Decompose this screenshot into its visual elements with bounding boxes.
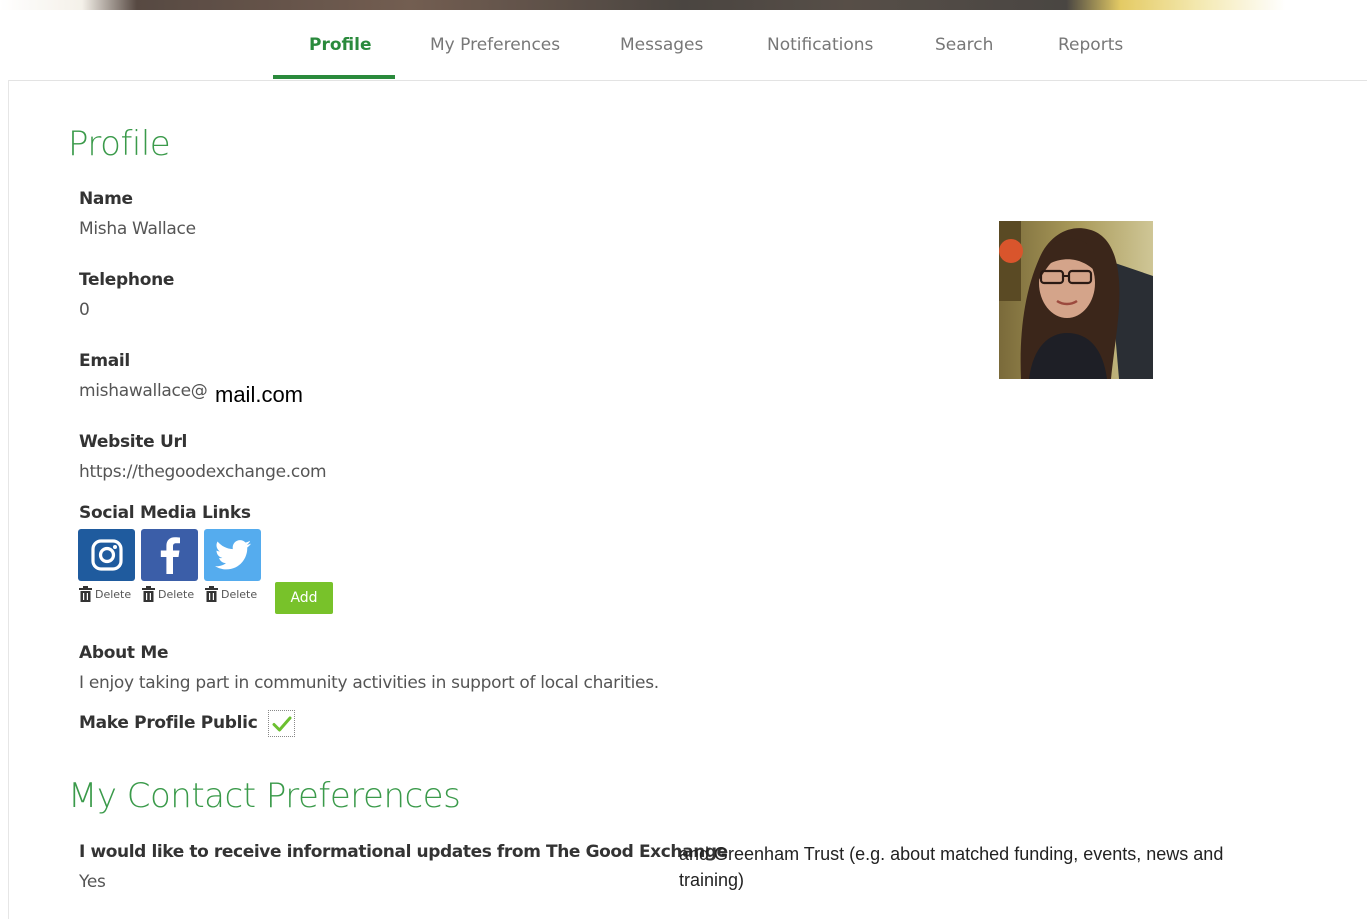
content-border [8,80,9,919]
twitter-link[interactable] [204,529,261,581]
tab-my-preferences[interactable]: My Preferences [430,35,560,55]
twitter-icon [214,540,251,570]
profile-photo-image [999,221,1153,379]
make-public-label: Make Profile Public [79,713,258,733]
facebook-icon [160,537,180,574]
main-nav: Profile My Preferences Messages Notifica… [8,12,1367,81]
email-value: mishawallace@ [79,381,208,401]
trash-icon [142,586,155,602]
instagram-link[interactable] [78,529,135,581]
delete-instagram-button[interactable]: Delete [79,586,131,602]
about-me-label: About Me [79,643,169,663]
instagram-icon [90,539,123,571]
tab-search[interactable]: Search [935,35,993,55]
delete-facebook-button[interactable]: Delete [142,586,194,602]
make-public-checkbox[interactable] [268,710,295,737]
add-social-link-button[interactable]: Add [275,582,333,614]
website-label: Website Url [79,432,188,452]
trash-icon [205,586,218,602]
website-value: https://thegoodexchange.com [79,462,327,482]
tab-notifications[interactable]: Notifications [767,35,873,55]
telephone-label: Telephone [79,270,175,290]
tab-profile[interactable]: Profile [309,35,371,55]
page-title: Profile [68,124,171,164]
checkmark-icon [272,716,291,731]
telephone-value: 0 [79,300,90,320]
about-me-value: I enjoy taking part in community activit… [79,673,659,693]
trash-icon [79,586,92,602]
updates-question-label: I would like to receive informational up… [79,842,728,862]
contact-preferences-heading: My Contact Preferences [68,776,461,816]
delete-twitter-button[interactable]: Delete [205,586,257,602]
updates-question-continuation: and Greenham Trust (e.g. about matched f… [679,844,1224,890]
tab-messages[interactable]: Messages [620,35,703,55]
delete-label: Delete [158,587,195,601]
active-tab-indicator [273,75,395,79]
delete-label: Delete [95,587,132,601]
email-value-domain: mail.com [215,382,304,407]
facebook-link[interactable] [141,529,198,581]
tab-reports[interactable]: Reports [1058,35,1123,55]
profile-photo [999,221,1153,379]
name-label: Name [79,189,133,209]
updates-answer: Yes [79,872,106,892]
header-banner-strip [0,0,1367,12]
email-label: Email [79,351,130,371]
name-value: Misha Wallace [79,219,196,239]
delete-label: Delete [221,587,258,601]
social-media-label: Social Media Links [79,503,251,523]
